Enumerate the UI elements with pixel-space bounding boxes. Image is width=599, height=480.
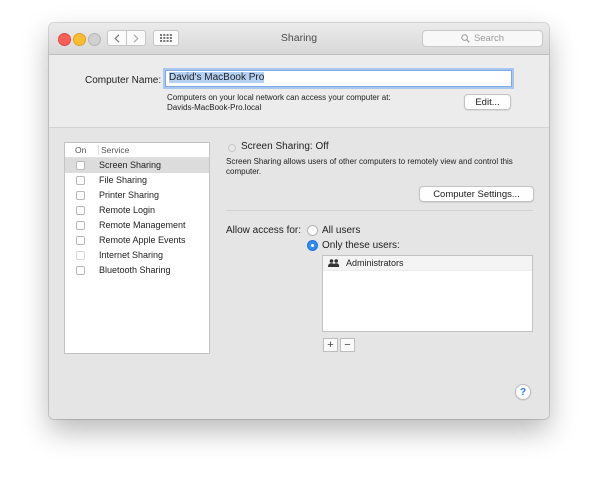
column-header-on[interactable]: On — [75, 145, 86, 155]
section-divider — [226, 210, 533, 211]
all-users-label[interactable]: All users — [322, 225, 360, 236]
service-row-remote-login[interactable]: Remote Login — [65, 203, 209, 218]
search-icon — [461, 34, 470, 43]
search-placeholder: Search — [473, 33, 505, 44]
service-label: Remote Management — [99, 220, 186, 230]
service-checkbox[interactable] — [76, 206, 85, 215]
column-header-service[interactable]: Service — [98, 145, 129, 155]
screen-sharing-status: Screen Sharing: Off — [241, 141, 329, 152]
service-row-printer-sharing[interactable]: Printer Sharing — [65, 188, 209, 203]
service-checkbox[interactable] — [76, 161, 85, 170]
service-checkbox[interactable] — [76, 221, 85, 230]
service-row-remote-apple-events[interactable]: Remote Apple Events — [65, 233, 209, 248]
edit-hostname-button[interactable]: Edit... — [464, 94, 511, 110]
allowed-users-list: Administrators — [322, 255, 533, 332]
service-checkbox[interactable] — [76, 266, 85, 275]
allow-access-label: Allow access for: — [226, 225, 302, 236]
computer-settings-button[interactable]: Computer Settings... — [419, 186, 534, 202]
screen-sharing-description: Screen Sharing allows users of other com… — [226, 157, 513, 176]
service-row-screen-sharing[interactable]: Screen Sharing — [65, 158, 209, 173]
computer-name-label: Computer Name: — [85, 75, 162, 86]
service-checkbox[interactable] — [76, 236, 85, 245]
network-info-text: Computers on your local network can acce… — [167, 93, 391, 102]
service-checkbox[interactable] — [76, 176, 85, 185]
service-row-remote-management[interactable]: Remote Management — [65, 218, 209, 233]
service-label: Printer Sharing — [99, 190, 160, 200]
only-these-users-radio[interactable] — [307, 240, 318, 251]
service-list-header: On Service — [65, 143, 209, 158]
only-these-users-label[interactable]: Only these users: — [322, 240, 400, 251]
service-label: File Sharing — [99, 175, 148, 185]
add-user-button[interactable]: + — [323, 338, 338, 352]
user-group-icon — [328, 259, 340, 267]
network-address-info: Computers on your local network can acce… — [167, 93, 391, 113]
service-checkbox[interactable] — [76, 251, 85, 260]
service-row-file-sharing[interactable]: File Sharing — [65, 173, 209, 188]
list-item[interactable]: Administrators — [323, 256, 532, 271]
search-field[interactable]: Search — [422, 30, 543, 47]
all-users-radio[interactable] — [307, 225, 318, 236]
service-label: Remote Apple Events — [99, 235, 186, 245]
help-button[interactable]: ? — [515, 384, 531, 400]
service-label: Bluetooth Sharing — [99, 265, 171, 275]
computer-name-field[interactable]: David's MacBook Pro — [165, 70, 512, 87]
service-label: Screen Sharing — [99, 160, 162, 170]
service-label: Internet Sharing — [99, 250, 164, 260]
computer-name-value: David's MacBook Pro — [169, 72, 265, 83]
service-checkbox[interactable] — [76, 191, 85, 200]
local-hostname: Davids-MacBook-Pro.local — [167, 103, 262, 112]
sharing-window: Sharing Search Computer Name: David's Ma… — [49, 23, 549, 419]
service-label: Remote Login — [99, 205, 156, 215]
remove-user-button[interactable]: − — [340, 338, 355, 352]
service-row-internet-sharing[interactable]: Internet Sharing — [65, 248, 209, 263]
computer-name-section: Computer Name: David's MacBook Pro Compu… — [49, 55, 549, 127]
user-name: Administrators — [346, 258, 404, 268]
title-bar: Sharing Search — [49, 23, 549, 55]
service-row-bluetooth-sharing[interactable]: Bluetooth Sharing — [65, 263, 209, 278]
service-list: On Service Screen Sharing File Sharing P… — [64, 142, 210, 354]
status-indicator-icon — [228, 144, 236, 152]
